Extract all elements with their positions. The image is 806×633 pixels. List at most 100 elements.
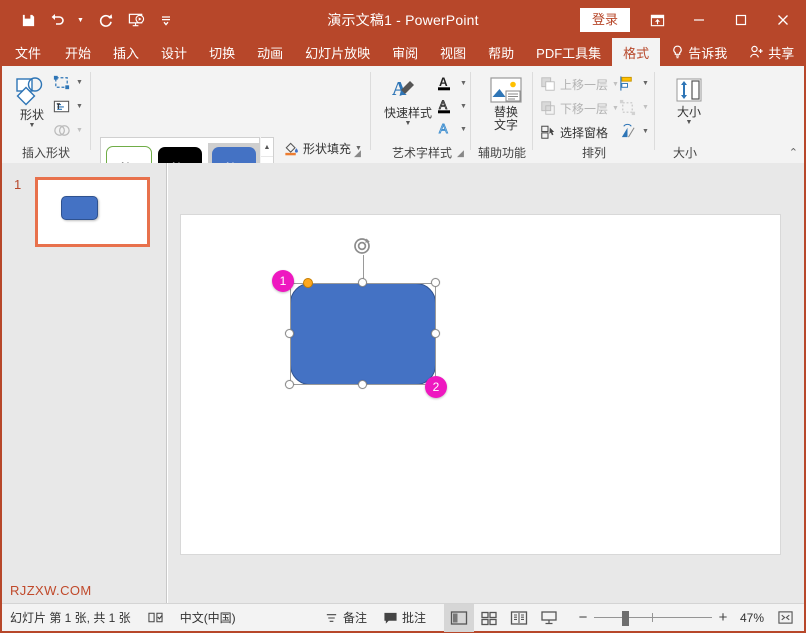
zoom-in-button[interactable]: + [712, 604, 734, 632]
slide-canvas[interactable]: 1 2 [180, 214, 781, 555]
ribbon-group-accessibility: 替换 文字 辅助功能 [472, 66, 532, 163]
rotate-objects-icon[interactable] [616, 120, 638, 142]
text-fill-caret[interactable]: ▼ [460, 80, 467, 87]
status-bar: 幻灯片 第 1 张, 共 1 张 中文(中国) 备注 批注 [2, 603, 804, 631]
shape-fill-icon [282, 139, 300, 157]
zoom-level-label[interactable]: 47% [734, 604, 770, 632]
size-caret[interactable]: ▼ [686, 120, 693, 126]
handle-bottom-left[interactable] [285, 380, 294, 389]
title-bar: ▼ 演示文稿1 - PowerPoint 登录 [2, 2, 804, 38]
zoom-slider-midpoint [652, 613, 653, 622]
annotation-badge-1: 1 [272, 270, 294, 292]
shape-adjustment-handle[interactable] [303, 278, 313, 288]
slide-thumbnail-1[interactable] [35, 177, 150, 247]
size-button[interactable]: 大小 ▼ [662, 73, 716, 129]
rotate-objects-caret[interactable]: ▼ [642, 128, 649, 135]
notes-button[interactable]: 备注 [316, 604, 375, 632]
powerpoint-window: ▼ 演示文稿1 - PowerPoint 登录 [0, 0, 806, 633]
zoom-slider[interactable] [594, 604, 712, 632]
shapes-dropdown-caret[interactable]: ▼ [29, 123, 36, 129]
tab-transitions[interactable]: 切换 [198, 38, 246, 66]
language-indicator[interactable]: 中文(中国) [172, 604, 244, 632]
slide-sorter-icon[interactable] [474, 604, 504, 632]
tab-pdf-tools[interactable]: PDF工具集 [525, 38, 612, 66]
text-outline-caret[interactable]: ▼ [460, 103, 467, 110]
tab-slideshow[interactable]: 幻灯片放映 [294, 38, 381, 66]
share-label: 共享 [768, 43, 794, 62]
customize-qat-icon[interactable] [152, 6, 180, 34]
tab-home[interactable]: 开始 [54, 38, 102, 66]
shape-styles-dialog-launcher[interactable]: ◢ [354, 148, 361, 159]
tab-help[interactable]: 帮助 [477, 38, 525, 66]
gallery-scroll-up-icon[interactable]: ▲ [261, 138, 273, 157]
handle-middle-left[interactable] [285, 329, 294, 338]
group-separator-2 [370, 72, 371, 150]
handle-bottom-center[interactable] [358, 380, 367, 389]
maximize-icon[interactable] [720, 2, 762, 38]
ribbon-group-insert-shapes: 形状 ▼ ▼ ▼ [2, 66, 90, 163]
ribbon-display-options-icon[interactable] [636, 2, 678, 38]
undo-icon[interactable] [44, 6, 72, 34]
handle-top-right[interactable] [431, 278, 440, 287]
group-separator-1 [90, 72, 91, 150]
handle-top-center[interactable] [358, 278, 367, 287]
minimize-icon[interactable] [678, 2, 720, 38]
normal-view-icon[interactable] [444, 604, 474, 632]
slideshow-icon[interactable] [534, 604, 564, 632]
merge-shapes-caret: ▼ [76, 127, 83, 134]
slide-indicator[interactable]: 幻灯片 第 1 张, 共 1 张 [2, 604, 139, 632]
rotate-handle-icon[interactable] [352, 235, 374, 257]
shape-fill-button[interactable]: 形状填充 ▼ [279, 136, 365, 160]
redo-icon[interactable] [92, 6, 120, 34]
text-box-icon[interactable] [50, 95, 72, 117]
rounded-rectangle-shape[interactable] [290, 283, 436, 385]
tell-me-button[interactable]: 告诉我 [660, 38, 738, 66]
tab-file[interactable]: 文件 [2, 38, 54, 66]
tab-review[interactable]: 审阅 [381, 38, 429, 66]
bring-forward-icon [539, 75, 557, 93]
quick-styles-caret[interactable]: ▼ [405, 121, 412, 127]
undo-dropdown-icon[interactable]: ▼ [74, 6, 90, 34]
align-objects-icon[interactable] [616, 72, 638, 94]
save-icon[interactable] [14, 6, 42, 34]
comments-button[interactable]: 批注 [375, 604, 434, 632]
alt-text-icon [489, 76, 523, 104]
selection-pane-button[interactable]: 选择窗格 [536, 120, 622, 144]
thumbnail-scrollbar[interactable] [162, 163, 166, 603]
collapse-ribbon-icon[interactable]: ⌃ [789, 146, 798, 159]
text-effects-caret[interactable]: ▼ [460, 126, 467, 133]
edit-shape-icon[interactable] [50, 71, 72, 93]
start-presentation-icon[interactable] [122, 6, 150, 34]
reading-view-icon[interactable] [504, 604, 534, 632]
spellcheck-icon[interactable] [139, 604, 172, 632]
window-controls: 登录 [580, 2, 804, 38]
tab-format[interactable]: 格式 [612, 38, 660, 66]
alt-text-button[interactable]: 替换 文字 [477, 73, 535, 135]
wordart-quick-styles-icon: A [388, 77, 428, 105]
text-fill-icon[interactable]: A [434, 72, 456, 94]
zoom-slider-thumb[interactable] [622, 611, 629, 626]
sign-in-button[interactable]: 登录 [580, 8, 630, 32]
close-icon[interactable] [762, 2, 804, 38]
share-button[interactable]: 共享 [738, 38, 805, 66]
lightbulb-icon [671, 45, 684, 59]
group-label-arrange: 排列 [534, 144, 654, 161]
fit-to-window-icon[interactable] [770, 604, 800, 632]
send-backward-label: 下移一层 [560, 100, 608, 117]
ribbon: 形状 ▼ ▼ ▼ [2, 66, 804, 164]
notes-icon [324, 611, 339, 625]
zoom-out-button[interactable]: − [572, 604, 594, 632]
quick-styles-button[interactable]: A 快速样式 ▼ [376, 74, 440, 130]
tab-animations[interactable]: 动画 [246, 38, 294, 66]
text-outline-icon[interactable]: A [434, 95, 456, 117]
tab-design[interactable]: 设计 [150, 38, 198, 66]
wordart-dialog-launcher[interactable]: ◢ [457, 148, 464, 159]
zoom-slider-track [594, 617, 712, 618]
tab-insert[interactable]: 插入 [102, 38, 150, 66]
handle-middle-right[interactable] [431, 329, 440, 338]
tab-view[interactable]: 视图 [429, 38, 477, 66]
text-box-caret[interactable]: ▼ [76, 103, 83, 110]
edit-shape-caret[interactable]: ▼ [76, 79, 83, 86]
align-objects-caret[interactable]: ▼ [642, 80, 649, 87]
text-effects-icon[interactable]: A [434, 118, 456, 140]
